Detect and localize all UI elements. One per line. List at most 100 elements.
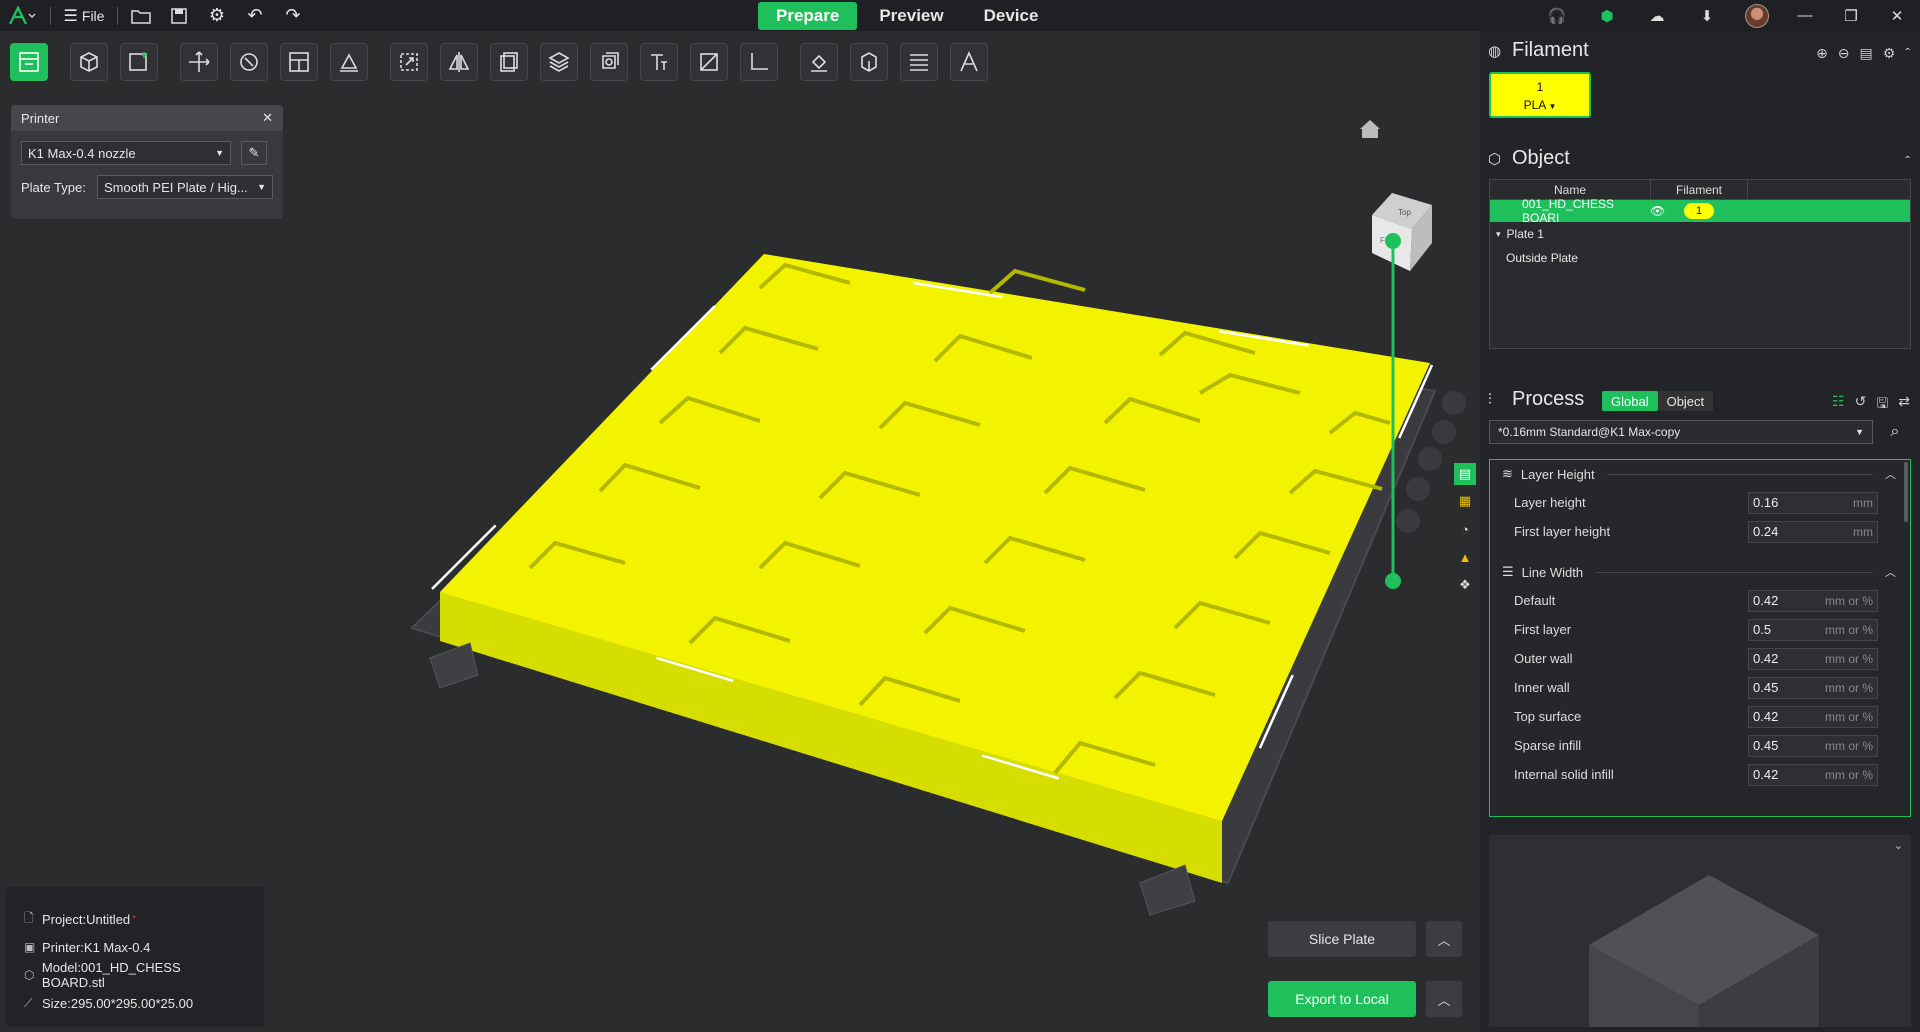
slice-plate-button[interactable]: Slice Plate xyxy=(1268,921,1416,957)
setting-input[interactable]: 0.42 mm or % xyxy=(1748,763,1878,786)
minimize-button[interactable]: — xyxy=(1782,0,1828,31)
setting-input[interactable]: 0.42 mm or % xyxy=(1748,589,1878,612)
col-filament[interactable]: Filament xyxy=(1651,180,1747,199)
filament-slot-1[interactable]: 1 PLA ▼ xyxy=(1489,72,1591,118)
split-button[interactable] xyxy=(280,43,318,81)
plate-close-icon[interactable] xyxy=(1442,391,1466,415)
export-to-local-button[interactable]: Export to Local xyxy=(1268,981,1416,1017)
edit-filament-icon[interactable]: ▤ xyxy=(1860,45,1873,62)
plate-lock-icon[interactable] xyxy=(1406,477,1430,501)
auto-orient-button[interactable] xyxy=(180,43,218,81)
setting-input[interactable]: 0.42 mm or % xyxy=(1748,647,1878,670)
reset-icon[interactable]: ↺ xyxy=(1855,393,1867,417)
save-button[interactable] xyxy=(160,0,198,31)
upload-button[interactable]: ☁ xyxy=(1632,0,1682,31)
user-avatar-button[interactable] xyxy=(1732,0,1782,31)
others-side-button[interactable]: ❖ xyxy=(1454,574,1476,596)
support-button[interactable]: 🎧 xyxy=(1532,0,1582,31)
open-folder-button[interactable] xyxy=(122,0,160,31)
variable-layer-button[interactable] xyxy=(900,43,938,81)
outside-plate-row[interactable]: Outside Plate xyxy=(1490,246,1910,270)
tab-prepare[interactable]: Prepare xyxy=(758,2,858,30)
height-slider-bottom-handle[interactable] xyxy=(1385,573,1401,589)
caret-down-icon: ▼ xyxy=(215,148,224,158)
setting-input[interactable]: 0.5 mm or % xyxy=(1748,618,1878,641)
object-filament-pill[interactable]: 1 xyxy=(1684,203,1714,219)
slice-options-button[interactable]: ︿ xyxy=(1426,921,1462,957)
cut-button[interactable] xyxy=(690,43,728,81)
settings-scrollbar[interactable] xyxy=(1904,462,1908,522)
plate-side-button[interactable]: ▦ xyxy=(1454,490,1476,512)
plate-auto-icon[interactable] xyxy=(1418,447,1442,471)
shield-button[interactable]: ⬢ xyxy=(1582,0,1632,31)
chevron-up-icon[interactable]: ︿ xyxy=(1885,466,1896,482)
caret-down-icon[interactable]: ▾ xyxy=(1490,229,1501,240)
redo-button[interactable]: ↷ xyxy=(274,0,312,31)
plate-row[interactable]: ▾ Plate 1 xyxy=(1490,222,1910,246)
app-logo-menu[interactable] xyxy=(0,0,46,31)
chevron-up-icon[interactable]: ︿ xyxy=(1885,564,1896,580)
remove-filament-icon[interactable]: ⊖ xyxy=(1838,45,1850,62)
global-toggle[interactable]: Global xyxy=(1602,391,1658,411)
plate-list-icon[interactable] xyxy=(1432,420,1456,444)
collapse-icon[interactable]: ˆ xyxy=(1905,153,1910,169)
arrange-plate-button[interactable] xyxy=(10,43,48,81)
plate-settings-icon[interactable] xyxy=(1396,509,1420,533)
group-line-width[interactable]: ☰ Line Width ︿ xyxy=(1490,558,1910,586)
copy-button[interactable] xyxy=(490,43,528,81)
add-plate-button[interactable] xyxy=(120,43,158,81)
search-settings-button[interactable]: ⌕ xyxy=(1883,420,1907,444)
filament-settings-icon[interactable]: ⚙ xyxy=(1883,45,1896,62)
edit-printer-button[interactable]: ✎ xyxy=(241,141,267,165)
setting-input[interactable]: 0.45 mm or % xyxy=(1748,676,1878,699)
measure-button[interactable] xyxy=(740,43,778,81)
tab-preview[interactable]: Preview xyxy=(861,2,961,30)
maximize-button[interactable]: ❐ xyxy=(1828,0,1874,31)
process-settings-list[interactable]: ≋ Layer Height ︿ Layer height 0.16 mm Fir… xyxy=(1489,459,1911,817)
advanced-toggle-icon[interactable]: ☷ xyxy=(1832,393,1845,417)
erase-button[interactable] xyxy=(330,43,368,81)
support-paint-button[interactable] xyxy=(800,43,838,81)
group-layer-height[interactable]: ≋ Layer Height ︿ xyxy=(1490,460,1910,488)
speedometer-icon: ◔ xyxy=(1461,521,1469,537)
undo-button[interactable]: ↶ xyxy=(236,0,274,31)
chevron-up-icon: ︿ xyxy=(1437,992,1451,1008)
scale-button[interactable] xyxy=(390,43,428,81)
text-button[interactable] xyxy=(640,43,678,81)
home-view-icon[interactable] xyxy=(1360,120,1380,138)
process-preset-select[interactable]: *0.16mm Standard@K1 Max-copy ▼ xyxy=(1489,420,1873,444)
seam-paint-button[interactable] xyxy=(850,43,888,81)
download-button[interactable]: ⬇ xyxy=(1682,0,1732,31)
object-list-side-button[interactable]: ▤ xyxy=(1454,463,1476,485)
object-toggle[interactable]: Object xyxy=(1657,391,1714,411)
collapse-icon[interactable]: ˆ xyxy=(1905,45,1910,62)
speed-side-button[interactable]: ◔ xyxy=(1454,518,1476,540)
close-button[interactable]: ✕ xyxy=(1874,0,1920,31)
printer-select[interactable]: K1 Max-0.4 nozzle ▼ xyxy=(21,141,231,165)
save-preset-icon[interactable]: 🖫 xyxy=(1876,393,1888,417)
rotate-button[interactable] xyxy=(230,43,268,81)
setting-input[interactable]: 0.24 mm xyxy=(1748,520,1878,543)
eye-icon[interactable]: 👁 xyxy=(1650,204,1684,218)
settings-button[interactable]: ⚙ xyxy=(198,0,236,31)
object-row-selected[interactable]: 001_HD_CHESS BOARI 👁 1 xyxy=(1490,197,1910,225)
close-icon[interactable]: ✕ xyxy=(262,110,273,126)
chevron-down-icon[interactable]: ⌄ xyxy=(1894,839,1903,852)
setting-input[interactable]: 0.45 mm or % xyxy=(1748,734,1878,757)
layers-button[interactable] xyxy=(540,43,578,81)
assembly-button[interactable] xyxy=(950,43,988,81)
hollow-button[interactable] xyxy=(590,43,628,81)
setting-label: First layer xyxy=(1514,622,1572,637)
setting-input[interactable]: 0.16 mm xyxy=(1748,491,1878,514)
add-filament-icon[interactable]: ⊕ xyxy=(1816,45,1828,62)
height-slider-top-handle[interactable] xyxy=(1385,233,1401,249)
file-menu[interactable]: ☰ File xyxy=(55,0,113,31)
tab-device[interactable]: Device xyxy=(966,2,1057,30)
setting-input[interactable]: 0.42 mm or % xyxy=(1748,705,1878,728)
mirror-button[interactable] xyxy=(440,43,478,81)
export-options-button[interactable]: ︿ xyxy=(1426,981,1462,1017)
support-side-button[interactable]: ▲ xyxy=(1454,546,1476,568)
plate-type-select[interactable]: Smooth PEI Plate / Hig... ▼ xyxy=(97,175,273,199)
compare-icon[interactable]: ⇄ xyxy=(1898,393,1910,417)
add-object-button[interactable] xyxy=(70,43,108,81)
